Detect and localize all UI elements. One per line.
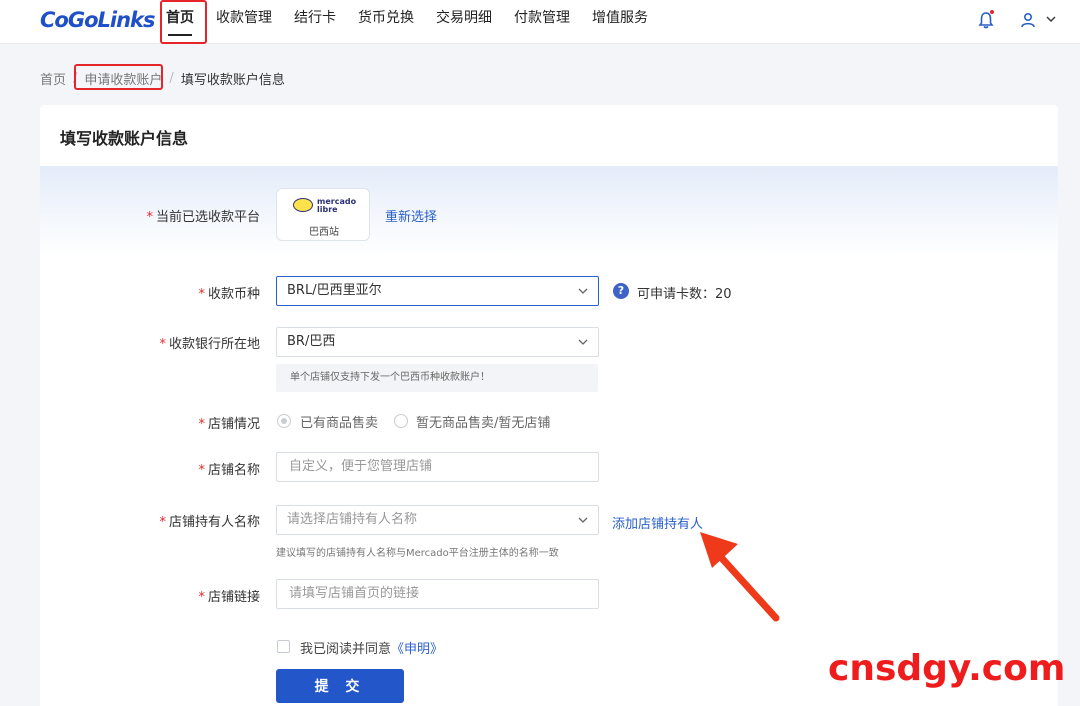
shop-name-input[interactable]: 自定义，便于您管理店铺 — [276, 452, 599, 482]
bank-location-select[interactable]: BR/巴西 — [276, 327, 599, 357]
shop-status-option-has-goods[interactable]: 已有商品售卖 — [300, 412, 378, 431]
nav-item-currency-exchange[interactable]: 货币兑换 — [352, 0, 420, 44]
brand-logo[interactable]: CoGoLinks — [40, 8, 155, 32]
chevron-down-icon — [578, 339, 588, 345]
chevron-down-icon — [578, 288, 588, 294]
chevron-down-icon[interactable] — [1046, 14, 1056, 24]
card-count: 可申请卡数：20 — [637, 287, 732, 302]
agreement-link[interactable]: 《申明》 — [391, 642, 443, 657]
shop-link-label: * 店铺链接 — [198, 590, 260, 605]
shop-link-input[interactable]: 请填写店铺首页的链接 — [276, 579, 599, 609]
mercadolibre-logo — [293, 198, 313, 212]
nav-item-collection[interactable]: 收款管理 — [210, 0, 278, 44]
nav-item-payments[interactable]: 付款管理 — [508, 0, 576, 44]
submit-button[interactable]: 提 交 — [276, 669, 404, 703]
help-icon[interactable]: ? — [613, 283, 629, 299]
reselect-link[interactable]: 重新选择 — [385, 206, 437, 225]
breadcrumb-current: 填写收款账户信息 — [180, 72, 285, 88]
main-nav: 首页 收款管理 结行卡 货币兑换 交易明细 付款管理 增值服务 — [160, 0, 664, 44]
form-card: 填写收款账户信息 * 当前已选收款平台 mercado libre 巴西站 重新选择… — [40, 105, 1058, 706]
agreement-checkbox[interactable] — [277, 640, 290, 653]
currency-label: * 收款币种 — [198, 287, 260, 302]
user-icon[interactable] — [1020, 12, 1036, 28]
mercadolibre-logo-text: mercado libre — [317, 197, 357, 214]
platform-card[interactable]: mercado libre 巴西站 — [276, 188, 370, 241]
currency-select[interactable]: BRL/巴西里亚尔 — [276, 276, 599, 306]
breadcrumb-home[interactable]: 首页 — [40, 69, 66, 88]
breadcrumb-separator: / — [169, 70, 174, 86]
notification-dot — [990, 10, 994, 14]
shop-owner-label: * 店铺持有人名称 — [159, 515, 260, 530]
watermark: cnsdgy.com — [828, 648, 1066, 689]
platform-label: * 当前已选收款平台 — [146, 210, 260, 225]
platform-site: 巴西站 — [309, 227, 339, 238]
highlight-box-apply — [74, 64, 163, 90]
nav-item-transactions[interactable]: 交易明细 — [430, 0, 498, 44]
agreement-text: 我已阅读并同意《申明》 — [300, 642, 444, 657]
nav-item-value-added[interactable]: 增值服务 — [586, 0, 654, 44]
shop-owner-hint: 建议填写的店铺持有人名称与Mercado平台注册主体的名称一致 — [276, 548, 559, 559]
nav-item-settlement-card[interactable]: 结行卡 — [288, 0, 342, 44]
shop-status-option-no-goods[interactable]: 暂无商品售卖/暂无店铺 — [416, 412, 550, 431]
highlight-box-home — [160, 0, 207, 44]
shop-owner-select[interactable]: 请选择店铺持有人名称 — [276, 505, 599, 535]
shop-status-radio-has-goods[interactable] — [277, 414, 291, 428]
bank-location-label: * 收款银行所在地 — [159, 337, 260, 352]
page-title: 填写收款账户信息 — [60, 129, 189, 148]
chevron-down-icon — [578, 517, 588, 523]
annotation-arrow-icon — [700, 532, 780, 622]
bank-location-tip: 单个店铺仅支持下发一个巴西币种收款账户！ — [276, 364, 598, 392]
shop-name-label: * 店铺名称 — [198, 463, 260, 478]
shop-status-label: * 店铺情况 — [198, 417, 260, 432]
shop-status-radio-no-goods[interactable] — [394, 414, 408, 428]
